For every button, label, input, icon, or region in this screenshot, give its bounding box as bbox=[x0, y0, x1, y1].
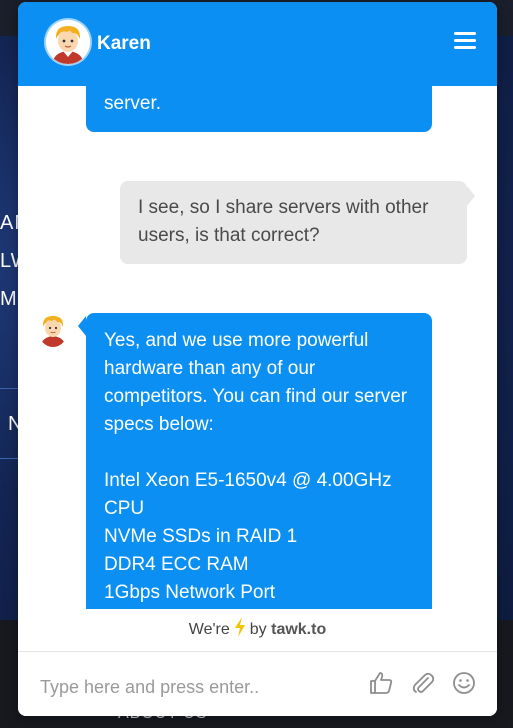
website-divider bbox=[0, 388, 20, 389]
chat-header: Karen bbox=[18, 2, 497, 86]
agent-avatar-image bbox=[46, 20, 90, 64]
chat-widget: Karen server. I see, so I share servers … bbox=[18, 2, 497, 716]
composer bbox=[18, 651, 497, 716]
message-input[interactable] bbox=[38, 672, 342, 702]
visitor-bubble-tail bbox=[467, 186, 475, 206]
branding-by: by bbox=[249, 621, 267, 638]
agent-message: Yes, and we use more powerful hardware t… bbox=[86, 313, 432, 609]
lightning-bolt-icon bbox=[234, 617, 246, 643]
smiley-icon[interactable] bbox=[451, 670, 477, 696]
message-list[interactable]: server. I see, so I share servers with o… bbox=[18, 86, 497, 609]
powered-by-branding[interactable]: We're by tawk.to bbox=[18, 609, 497, 651]
agent-avatar bbox=[46, 20, 90, 64]
agent-message: server. bbox=[86, 86, 432, 132]
branding-prefix: We're bbox=[188, 621, 230, 638]
paperclip-icon[interactable] bbox=[410, 670, 436, 696]
agent-message-avatar bbox=[38, 313, 68, 347]
agent-bubble-tail bbox=[78, 316, 86, 336]
branding-brand[interactable]: tawk.to bbox=[271, 621, 326, 639]
hamburger-icon[interactable] bbox=[454, 32, 476, 50]
visitor-message: I see, so I share servers with other use… bbox=[120, 181, 467, 264]
thumbs-up-icon[interactable] bbox=[368, 670, 394, 696]
website-divider bbox=[0, 458, 20, 459]
agent-avatar-image bbox=[40, 316, 66, 347]
agent-name: Karen bbox=[97, 33, 151, 54]
website-hero-text-line: M bbox=[0, 288, 18, 310]
